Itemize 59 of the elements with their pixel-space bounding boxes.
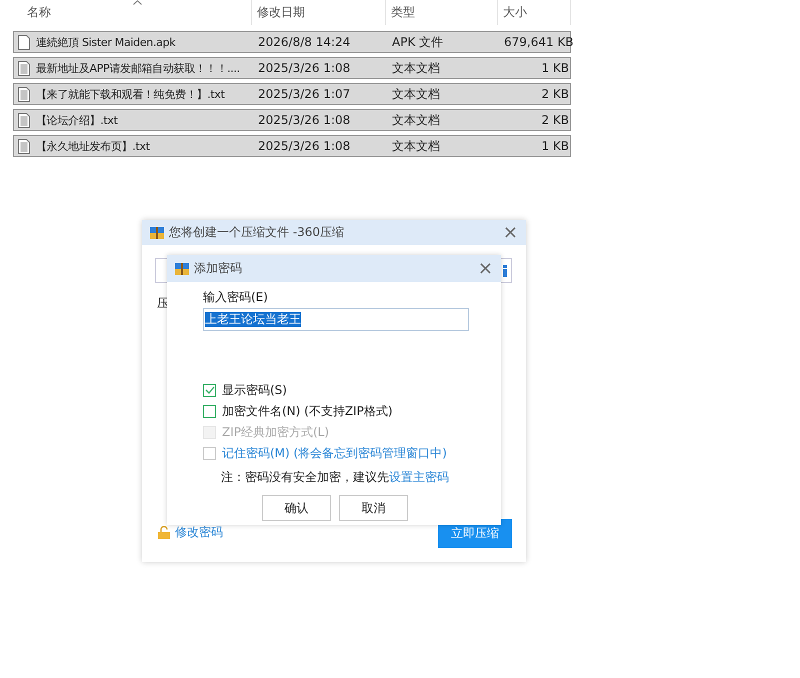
selected-text: 上老王论坛当老王 [205, 312, 301, 327]
lock-icon [158, 526, 170, 539]
info-icon [503, 264, 507, 276]
column-header[interactable]: 类型 [391, 4, 415, 21]
text-file-icon [18, 86, 30, 102]
file-size: 679,641 KB [503, 35, 572, 49]
column-header[interactable]: 大小 [503, 4, 527, 21]
archive-icon [150, 226, 164, 239]
file-size: 2 KB [540, 87, 570, 101]
file-size: 1 KB [540, 61, 570, 75]
option-label: ZIP经典加密方式(L) [222, 424, 330, 440]
file-date: 2025/3/26 1:08 [257, 139, 352, 153]
file-name: 【论坛介绍】.txt [36, 112, 118, 128]
file-row[interactable]: 【论坛介绍】.txt 2025/3/26 1:08 文本文档 2 KB [13, 109, 571, 131]
file-name: 連続絶頂 Sister Maiden.apk [36, 34, 176, 50]
text-file-icon [18, 112, 30, 128]
password-field[interactable]: 上老王论坛当老王 [203, 308, 469, 331]
file-size: 2 KB [540, 113, 570, 127]
file-date: 2025/3/26 1:08 [257, 113, 352, 127]
option-label: 显示密码(S) [222, 382, 287, 398]
change-password-link[interactable]: 修改密码 [175, 524, 223, 541]
checkbox[interactable] [203, 404, 216, 418]
file-name: 【来了就能下载和观看！纯免费！】.txt [36, 86, 225, 102]
file-row[interactable]: 最新地址及APP请发邮箱自动获取！！！.... 2025/3/26 1:08 文本文档 1 KB [13, 57, 571, 79]
close-button[interactable]: × [502, 224, 518, 242]
text-file-icon [18, 60, 30, 76]
option-label: 加密文件名(N) (不支持ZIP格式) [222, 402, 393, 420]
file-icon [18, 34, 30, 50]
file-row[interactable]: 【来了就能下载和观看！纯免费！】.txt 2025/3/26 1:07 文本文档 2 KB [13, 83, 571, 105]
file-row[interactable]: 【永久地址发布页】.txt 2025/3/26 1:08 文本文档 1 KB [13, 135, 571, 157]
file-type: 文本文档 [391, 112, 441, 128]
field-label: 输入密码(E) [203, 289, 269, 306]
option-link[interactable]: 记住密码(M) (将会备忘到密码管理窗口中) [222, 444, 447, 462]
file-type: 文本文档 [391, 138, 441, 154]
file-type: 文本文档 [391, 60, 441, 76]
file-date: 2026/8/8 14:24 [257, 35, 352, 49]
text-file-icon [18, 138, 30, 154]
file-type: APK 文件 [391, 34, 444, 50]
window-title: 添加密码 [194, 260, 242, 277]
check-icon [204, 386, 214, 394]
archive-icon [175, 262, 189, 275]
file-size: 1 KB [540, 139, 570, 153]
file-row[interactable]: 連続絶頂 Sister Maiden.apk 2026/8/8 14:24 APK 文件 679,641 KB [13, 31, 571, 53]
dialog-button[interactable]: 确认 [262, 495, 331, 521]
window-title: 您将创建一个压缩文件 -360压缩 [169, 224, 344, 241]
close-button[interactable]: × [478, 260, 493, 278]
checkbox[interactable] [203, 384, 216, 396]
file-type: 文本文档 [391, 86, 441, 102]
sort-caret-icon [133, 0, 142, 5]
note-text: 注：密码没有安全加密，建议先 [221, 470, 389, 484]
column-header[interactable]: 修改日期 [257, 4, 305, 21]
dialog-button[interactable]: 取消 [339, 495, 408, 521]
file-name: 最新地址及APP请发邮箱自动获取！！！.... [36, 60, 240, 76]
column-header[interactable]: 名称 [27, 4, 51, 21]
file-name: 【永久地址发布页】.txt [36, 138, 150, 154]
file-date: 2025/3/26 1:08 [257, 61, 352, 75]
file-date: 2025/3/26 1:07 [257, 87, 352, 101]
set-master-password-link[interactable]: 设置主密码 [389, 470, 449, 484]
checkbox[interactable] [203, 446, 216, 460]
